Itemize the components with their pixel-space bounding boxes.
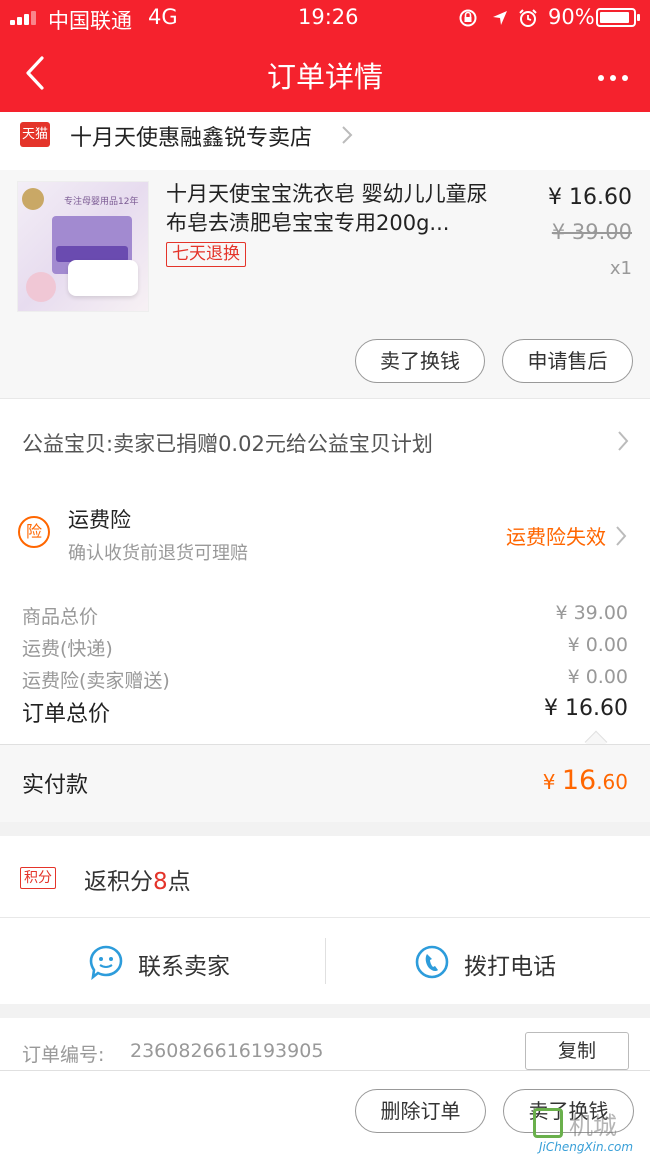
original-price: ¥ 39.00 xyxy=(551,220,632,244)
contact-seller-button[interactable]: 联系卖家 xyxy=(88,944,230,984)
contact-row: 联系卖家 拨打电话 xyxy=(0,918,650,1004)
actual-payment-amount: ¥ 16.60 xyxy=(543,765,628,796)
signal-icon xyxy=(10,11,42,25)
actual-payment-row: 实付款 ¥ 16.60 xyxy=(0,744,650,822)
contact-seller-label: 联系卖家 xyxy=(138,954,230,980)
clock: 19:26 xyxy=(298,5,359,29)
chevron-right-icon xyxy=(616,526,627,546)
insurance-icon: 险 xyxy=(18,516,50,548)
points-row: 积分 返积分8点 xyxy=(0,836,650,918)
watermark-logo xyxy=(533,1108,563,1138)
shipping-insurance-row[interactable]: 险 运费险 确认收货前退货可理赔 运费险失效 xyxy=(0,484,650,576)
product-title[interactable]: 十月天使宝宝洗衣皂 婴幼儿儿童尿布皂去渍肥皂宝宝专用200g... xyxy=(166,180,504,238)
points-text: 返积分8点 xyxy=(84,869,191,895)
divider xyxy=(325,938,326,984)
charity-row[interactable]: 公益宝贝:卖家已捐赠0.02元给公益宝贝计划 xyxy=(0,398,650,484)
order-number-label: 订单编号: xyxy=(22,1044,105,1066)
after-sale-button[interactable]: 申请售后 xyxy=(502,339,633,383)
status-bar: 中国联通 4G 19:26 90% xyxy=(0,0,650,36)
order-number: 2360826616193905 xyxy=(130,1040,324,1062)
actual-payment-label: 实付款 xyxy=(22,773,89,798)
store-name[interactable]: 十月天使惠融鑫锐专卖店 xyxy=(70,120,312,152)
battery-icon xyxy=(596,8,640,27)
orientation-lock-icon xyxy=(459,9,477,27)
insurance-status[interactable]: 运费险失效 xyxy=(506,521,606,550)
insurance-title: 运费险 xyxy=(68,508,131,532)
sell-for-cash-button[interactable]: 卖了换钱 xyxy=(355,339,485,383)
carrier-name: 中国联通 xyxy=(48,9,132,33)
phone-icon xyxy=(415,945,449,979)
watermark-url: JiChengXin.com xyxy=(539,1140,634,1154)
delete-order-button[interactable]: 删除订单 xyxy=(355,1089,486,1133)
page-title: 订单详情 xyxy=(266,60,383,94)
chat-bubble-icon xyxy=(89,945,123,981)
chevron-right-icon xyxy=(618,431,629,451)
product-quantity: x1 xyxy=(609,258,632,279)
summary-value: ¥ 39.00 xyxy=(555,602,628,624)
insurance-subtitle: 确认收货前退货可理赔 xyxy=(68,543,248,564)
product-thumbnail[interactable]: 专注母婴用品12年 xyxy=(17,181,149,312)
location-icon xyxy=(493,11,507,25)
summary-value: ¥ 0.00 xyxy=(567,666,628,688)
product-card[interactable]: 专注母婴用品12年 十月天使宝宝洗衣皂 婴幼儿儿童尿布皂去渍肥皂宝宝专用200g… xyxy=(0,170,650,398)
return-policy-tag: 七天退换 xyxy=(166,242,246,267)
order-total-label: 订单总价 xyxy=(22,702,111,727)
order-total-value: ¥ 16.60 xyxy=(544,696,628,721)
order-number-row: 订单编号: 2360826616193905 复制 xyxy=(0,1018,650,1070)
price-summary: 商品总价 ¥ 39.00 运费(快递) ¥ 0.00 运费险(卖家赠送) ¥ 0… xyxy=(0,576,650,754)
alarm-icon xyxy=(519,9,537,27)
store-header[interactable]: 天猫 十月天使惠融鑫锐专卖店 xyxy=(0,112,650,170)
nav-bar: 订单详情 xyxy=(0,36,650,112)
points-badge: 积分 xyxy=(20,867,56,889)
amount-decimal: .60 xyxy=(596,770,628,794)
summary-value: ¥ 0.00 xyxy=(567,634,628,656)
call-phone-label: 拨打电话 xyxy=(464,954,556,980)
currency-symbol: ¥ xyxy=(542,770,556,794)
copy-button[interactable]: 复制 xyxy=(525,1032,629,1070)
network-type: 4G xyxy=(148,5,178,29)
charity-text: 公益宝贝:卖家已捐赠0.02元给公益宝贝计划 xyxy=(22,432,433,456)
watermark-text: 机城 xyxy=(569,1112,617,1140)
call-phone-button[interactable]: 拨打电话 xyxy=(414,944,556,984)
points-count: 8 xyxy=(153,869,168,895)
tmall-badge: 天猫 xyxy=(20,122,50,147)
summary-label: 运费(快递) xyxy=(22,638,113,660)
watermark: 机城 JiChengXin.com xyxy=(531,1104,650,1156)
amount-integer: 16 xyxy=(561,765,597,796)
summary-label: 运费险(卖家赠送) xyxy=(22,670,170,692)
product-price: ¥ 16.60 xyxy=(548,185,632,210)
battery-percent: 90% xyxy=(548,5,595,29)
chevron-right-icon xyxy=(342,126,353,144)
summary-label: 商品总价 xyxy=(22,606,99,628)
more-dots-icon[interactable] xyxy=(592,66,628,85)
